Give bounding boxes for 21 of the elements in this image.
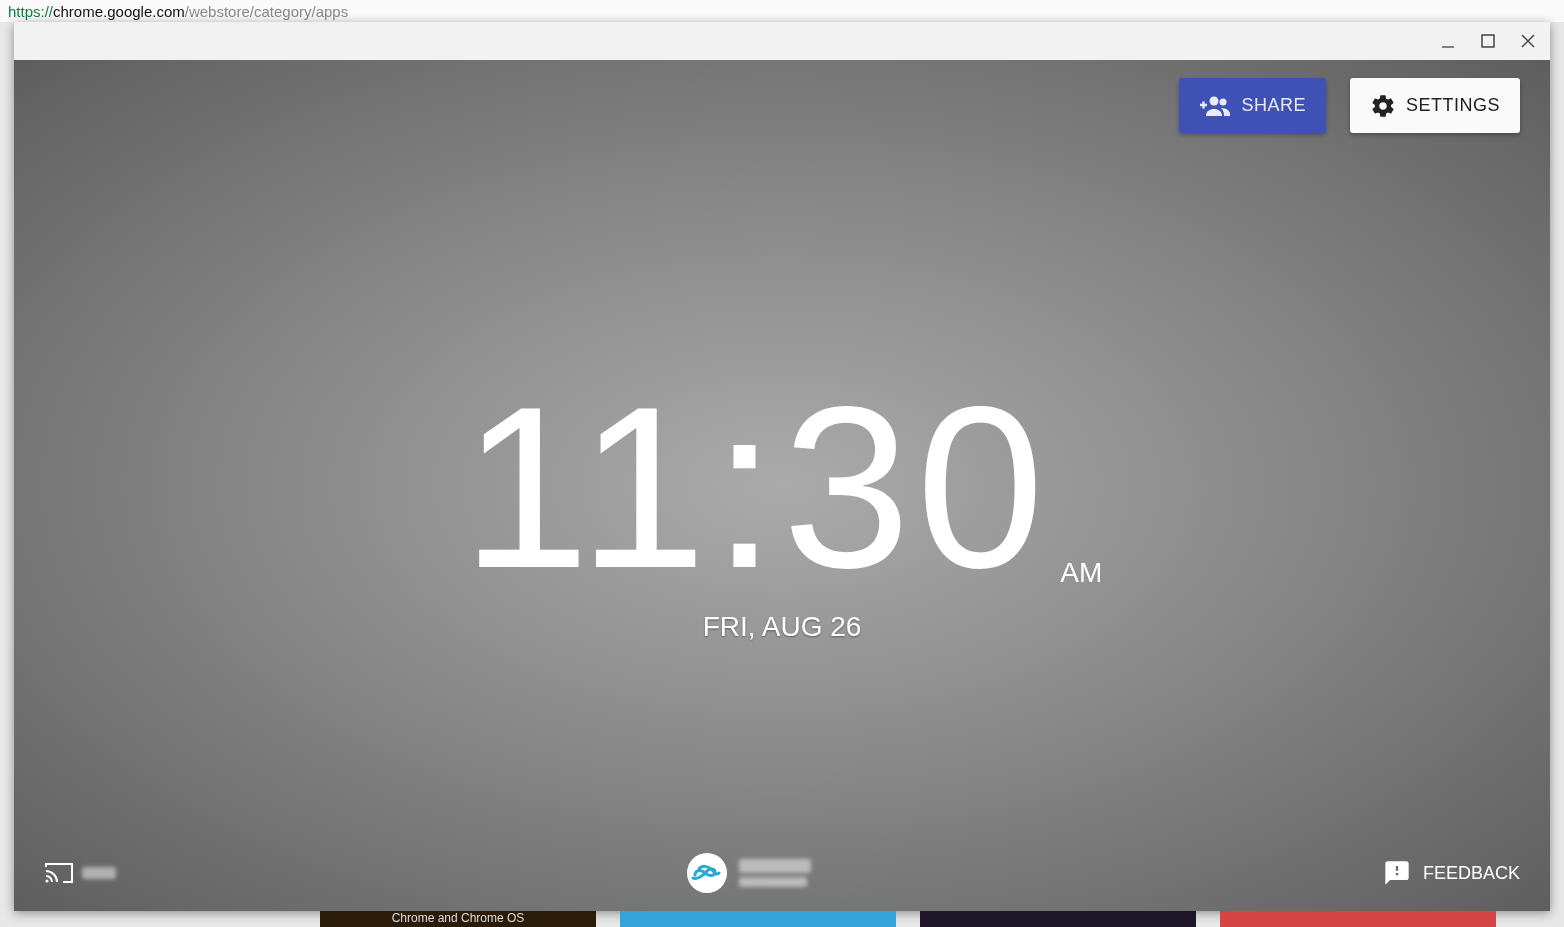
gear-icon (1370, 92, 1396, 119)
app-tile[interactable] (1220, 911, 1496, 927)
url-text: https://chrome.google.com/webstore/category/apps (0, 0, 1564, 22)
settings-button[interactable]: SETTINGS (1350, 78, 1520, 133)
add-people-icon (1199, 94, 1232, 117)
share-button[interactable]: SHARE (1179, 78, 1326, 133)
feedback-icon (1382, 859, 1411, 887)
maximize-icon (1480, 33, 1496, 49)
clock-period: AM (1060, 556, 1103, 590)
feedback-button[interactable]: FEEDBACK (1382, 859, 1520, 887)
clock-time: 11:30 (461, 383, 1051, 591)
clock-date: FRI, AUG 26 (702, 610, 862, 643)
app-tile[interactable] (920, 911, 1196, 927)
blurred-label (82, 867, 116, 879)
blurred-label (739, 877, 808, 887)
close-icon (1520, 33, 1536, 49)
cast-icon[interactable] (44, 861, 74, 885)
app-tile[interactable] (620, 911, 896, 927)
minimize-icon (1441, 46, 1455, 48)
cloud-logo-icon (687, 853, 728, 893)
app-tile[interactable]: Chrome and Chrome OS (320, 911, 596, 927)
